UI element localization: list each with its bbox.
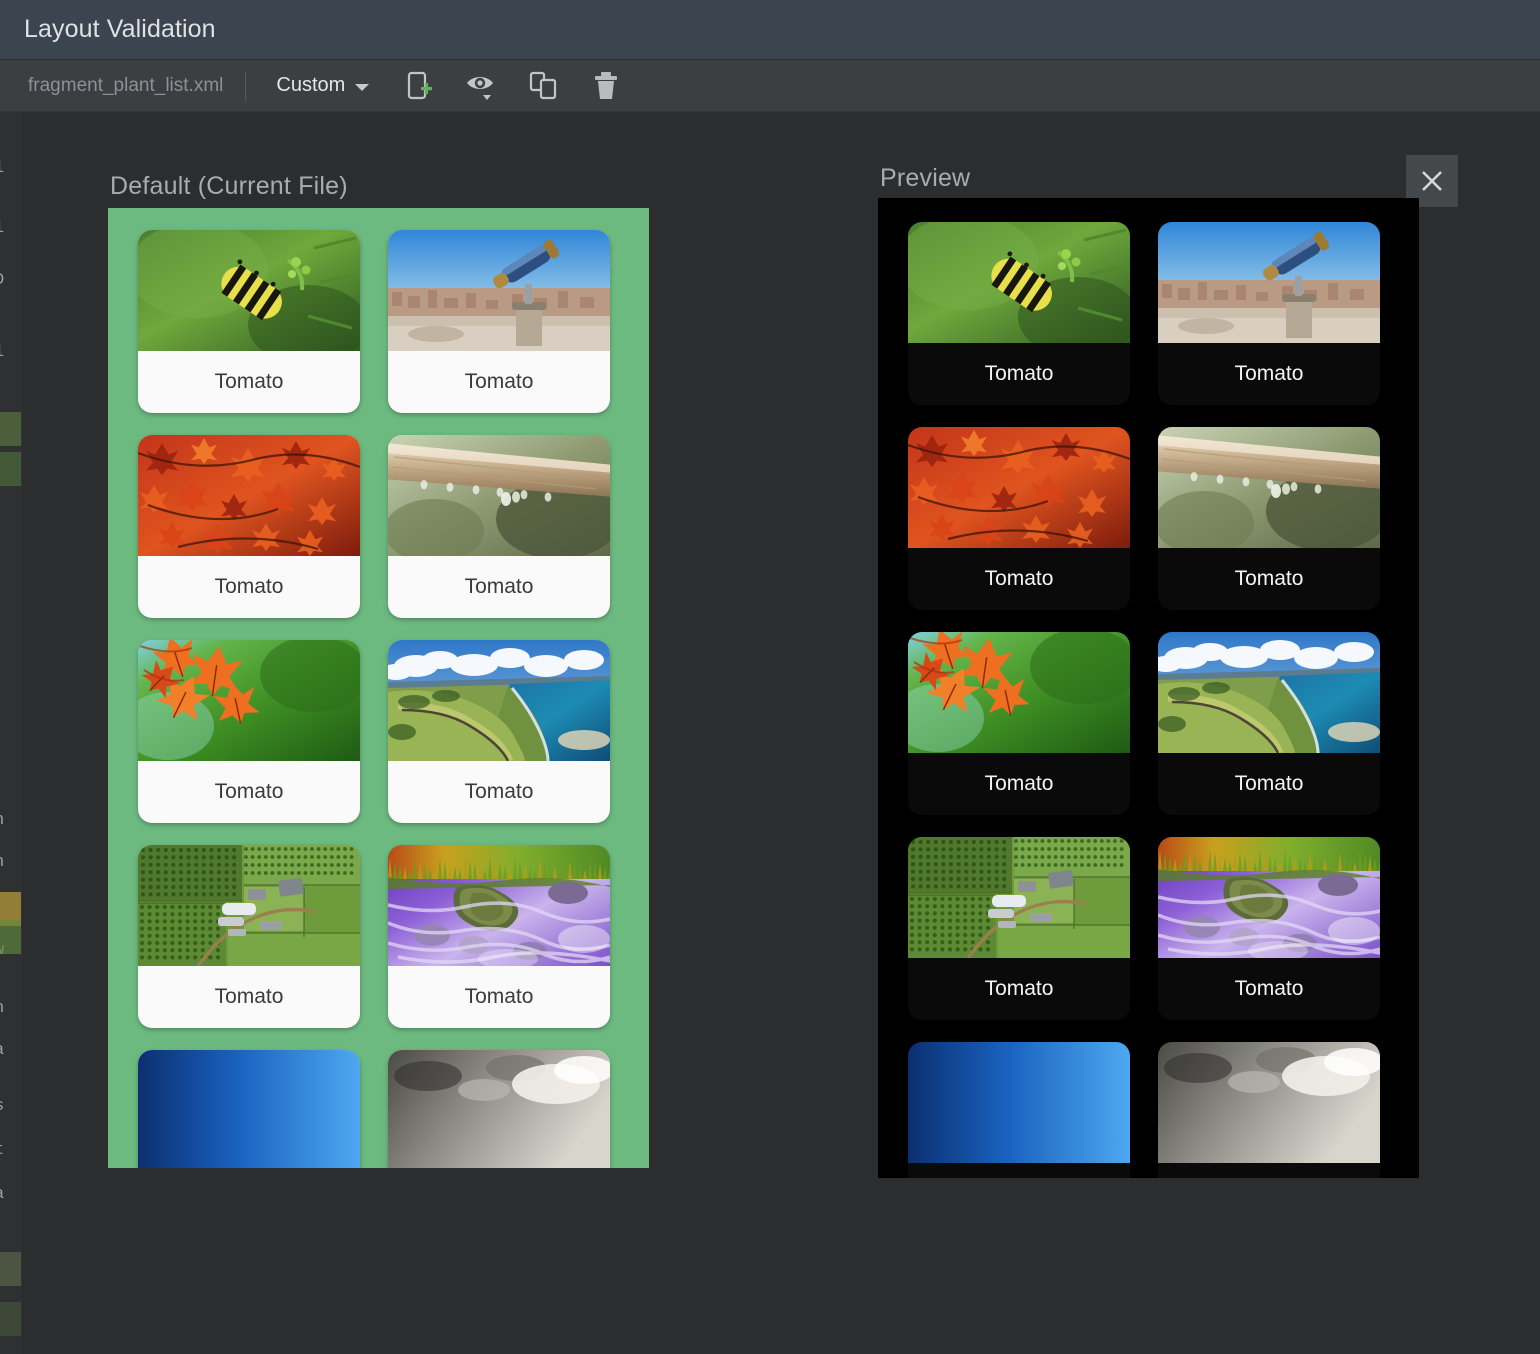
editor-text-fragment: s xyxy=(0,1098,4,1115)
caterpillar-on-plant-image xyxy=(908,222,1130,343)
editor-color-strip xyxy=(0,452,22,486)
plant-card[interactable]: Tomato xyxy=(908,1042,1130,1178)
red-maple-leaves-image xyxy=(138,435,360,556)
plant-grid-preview: Tomato xyxy=(878,198,1419,1178)
grayscale-clouds-image xyxy=(388,1050,610,1168)
plant-card-title: Tomato xyxy=(908,343,1130,405)
plant-card[interactable]: Tomato xyxy=(1158,632,1380,815)
plant-card-title: Tomato xyxy=(388,556,610,618)
plant-card-title: Tomato xyxy=(1158,958,1380,1020)
plant-card-title: Tomato xyxy=(138,761,360,823)
plant-card-title: Tomato xyxy=(388,351,610,413)
telescope-city-overlook-image xyxy=(1158,222,1380,343)
panel-label-preview: Preview xyxy=(880,164,970,193)
aerial-farm-orchard-image xyxy=(908,837,1130,958)
editor-text-fragment: t xyxy=(0,1142,4,1159)
toolbar-divider xyxy=(245,71,246,101)
plant-card-title: Tomato xyxy=(138,966,360,1028)
mode-dropdown[interactable]: Custom xyxy=(270,70,375,101)
plant-card-title: Tomato xyxy=(138,556,360,618)
orange-maple-on-green-image xyxy=(908,632,1130,753)
blue-gradient-sky-image xyxy=(908,1042,1130,1163)
plant-card-title: Tomato xyxy=(1158,548,1380,610)
wooden-beam-water-drops-image xyxy=(1158,427,1380,548)
toolbar: fragment_plant_list.xml Custom xyxy=(0,60,1540,112)
grayscale-clouds-image xyxy=(1158,1042,1380,1163)
plant-card[interactable]: Tomato xyxy=(388,230,610,413)
editor-text-fragment: n xyxy=(0,854,4,871)
plant-card[interactable]: Tomato xyxy=(138,845,360,1028)
plant-card[interactable]: Tomato xyxy=(1158,837,1380,1020)
add-device-icon[interactable] xyxy=(401,67,439,105)
editor-text-fragment: n xyxy=(0,1000,4,1017)
window-title-bar: Layout Validation xyxy=(0,0,1540,60)
device-preview-dark[interactable]: Tomato xyxy=(878,198,1419,1178)
mode-dropdown-label: Custom xyxy=(276,74,345,97)
coastal-aerial-landscape-image xyxy=(388,640,610,761)
trash-icon[interactable] xyxy=(587,67,625,105)
validation-content: Default (Current File) Preview xyxy=(22,112,1540,1354)
plant-card[interactable]: Tomato xyxy=(908,222,1130,405)
plant-card-title: Tomato xyxy=(388,761,610,823)
plant-card-title: Tomato xyxy=(1158,753,1380,815)
plant-card-title: Tomato xyxy=(1158,343,1380,405)
plant-card[interactable]: Tomato xyxy=(138,1050,360,1168)
editor-color-strip xyxy=(0,1302,22,1336)
aerial-farm-orchard-image xyxy=(138,845,360,966)
editor-sliver[interactable]: ilDinnwnasta xyxy=(0,112,22,1354)
plant-card[interactable]: Tomato xyxy=(388,435,610,618)
telescope-city-overlook-image xyxy=(388,230,610,351)
plant-card[interactable]: Tomato xyxy=(908,632,1130,815)
plant-card[interactable]: Tomato xyxy=(388,640,610,823)
plant-card[interactable]: Tomato xyxy=(1158,222,1380,405)
plant-card-title: Tomato xyxy=(908,958,1130,1020)
editor-color-strip xyxy=(0,920,22,954)
plant-card-title: Tomato xyxy=(1158,1163,1380,1178)
copy-icon[interactable] xyxy=(525,67,563,105)
close-icon xyxy=(1419,168,1445,194)
plant-card[interactable]: Tomato xyxy=(388,1050,610,1168)
plant-card-title: Tomato xyxy=(908,753,1130,815)
caterpillar-on-plant-image xyxy=(138,230,360,351)
editor-text-fragment: a xyxy=(0,1186,4,1203)
editor-color-strip xyxy=(0,1252,22,1286)
plant-card[interactable]: Tomato xyxy=(1158,1042,1380,1178)
editor-text-fragment: a xyxy=(0,1042,4,1059)
plant-card-title: Tomato xyxy=(908,548,1130,610)
plant-card[interactable]: Tomato xyxy=(138,435,360,618)
window-title: Layout Validation xyxy=(24,15,216,44)
purple-river-rocks-image xyxy=(388,845,610,966)
orange-maple-on-green-image xyxy=(138,640,360,761)
plant-card-title: Tomato xyxy=(388,966,610,1028)
plant-card[interactable]: Tomato xyxy=(1158,427,1380,610)
editor-color-strip xyxy=(0,412,22,446)
editor-text-fragment: l xyxy=(0,220,4,237)
editor-text-fragment: n xyxy=(0,812,4,829)
plant-card[interactable]: Tomato xyxy=(908,427,1130,610)
plant-card[interactable]: Tomato xyxy=(388,845,610,1028)
red-maple-leaves-image xyxy=(908,427,1130,548)
blue-gradient-sky-image xyxy=(138,1050,360,1168)
purple-river-rocks-image xyxy=(1158,837,1380,958)
current-file-label: fragment_plant_list.xml xyxy=(28,75,245,97)
plant-card-title: Tomato xyxy=(908,1163,1130,1178)
wooden-beam-water-drops-image xyxy=(388,435,610,556)
plant-card[interactable]: Tomato xyxy=(138,230,360,413)
panel-label-default: Default (Current File) xyxy=(110,172,348,201)
plant-grid-default: Tomato xyxy=(108,208,649,1168)
editor-text-fragment: D xyxy=(0,272,4,289)
plant-card[interactable]: Tomato xyxy=(908,837,1130,1020)
plant-card-title: Tomato xyxy=(138,351,360,413)
plant-card[interactable]: Tomato xyxy=(138,640,360,823)
editor-text-fragment: i xyxy=(0,160,4,177)
coastal-aerial-landscape-image xyxy=(1158,632,1380,753)
layout-validation-window: Layout Validation fragment_plant_list.xm… xyxy=(0,0,1540,1354)
eye-icon[interactable] xyxy=(463,67,501,105)
device-preview-default[interactable]: Tomato xyxy=(108,208,649,1168)
chevron-down-icon xyxy=(355,84,369,91)
editor-text-fragment: i xyxy=(0,344,4,361)
